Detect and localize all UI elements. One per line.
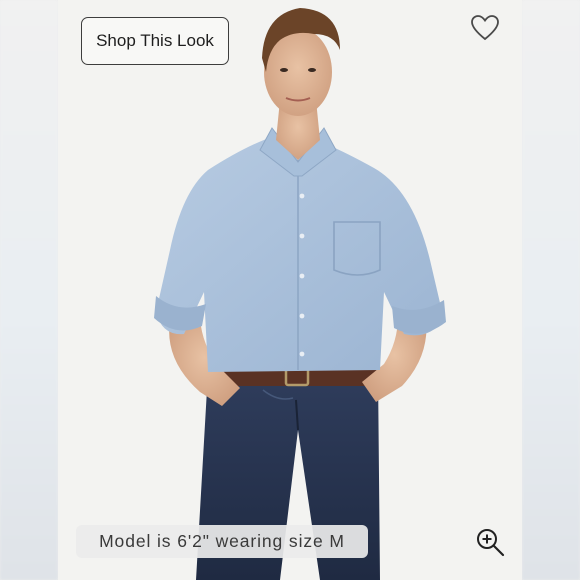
caption-text: Model is 6'2" wearing size M (99, 531, 345, 551)
zoom-in-icon (477, 529, 505, 557)
zoom-button[interactable] (474, 526, 508, 560)
model-size-caption: Model is 6'2" wearing size M (76, 525, 368, 558)
blurred-background-right (522, 0, 580, 580)
product-photo[interactable] (58, 0, 522, 580)
shop-this-look-button[interactable]: Shop This Look (81, 17, 229, 65)
heart-outline-icon (471, 15, 499, 41)
favorite-button[interactable] (470, 14, 500, 42)
blurred-background-left (0, 0, 58, 580)
model-illustration (154, 8, 446, 580)
